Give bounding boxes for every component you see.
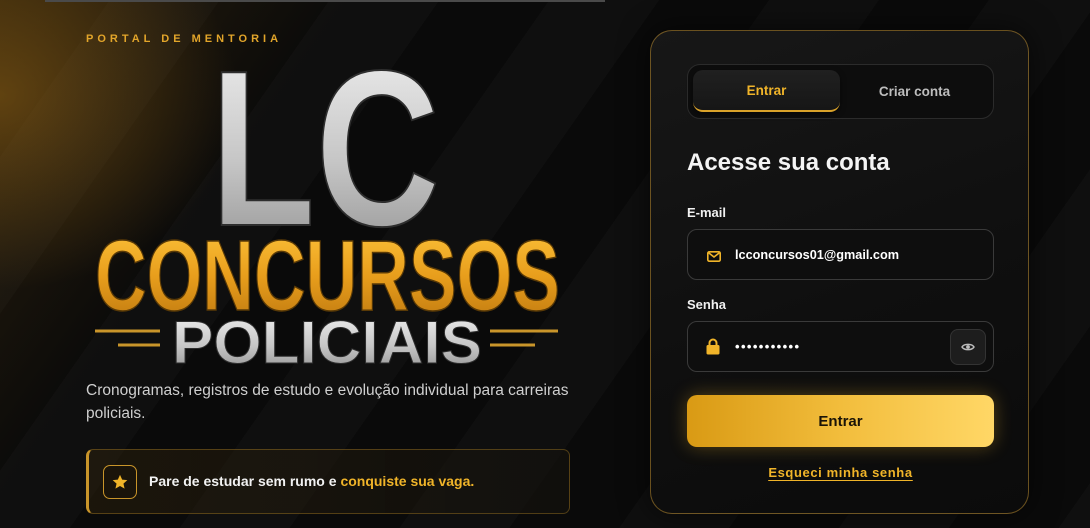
eye-icon: [961, 340, 975, 355]
auth-tabs: Entrar Criar conta: [687, 64, 994, 119]
callout-lead-text: Pare de estudar sem rumo e: [149, 473, 337, 489]
star-icon: [103, 465, 137, 499]
logo-policiais: POLICIAIS: [172, 309, 482, 370]
intro-text: Cronogramas, registros de estudo e evolu…: [86, 382, 569, 422]
brand-logo: LC CONCURSOS POLICIAIS: [94, 60, 561, 370]
forgot-password-link[interactable]: Esqueci minha senha: [768, 465, 912, 480]
login-heading: Acesse sua conta: [687, 149, 890, 176]
motivation-callout: Pare de estudar sem rumo e conquiste sua …: [86, 449, 570, 514]
password-field: [687, 321, 994, 372]
email-field: [687, 229, 994, 280]
eyebrow-label: PORTAL DE MENTORIA: [86, 33, 283, 45]
forgot-password-container: Esqueci minha senha: [687, 465, 994, 481]
password-label: Senha: [687, 297, 727, 312]
password-input[interactable]: [735, 322, 945, 371]
login-button[interactable]: Entrar: [687, 395, 994, 447]
tab-entrar[interactable]: Entrar: [693, 70, 840, 112]
email-label: E-mail: [687, 205, 727, 220]
tab-criar-conta[interactable]: Criar conta: [841, 70, 988, 112]
callout-message: Pare de estudar sem rumo e conquiste sua …: [149, 473, 474, 490]
top-divider: [45, 0, 605, 2]
email-input[interactable]: [735, 230, 945, 279]
toggle-password-button[interactable]: [950, 329, 986, 365]
lock-icon: [706, 338, 720, 355]
login-card: Entrar Criar conta Acesse sua conta E-ma…: [650, 30, 1029, 514]
mail-icon: [707, 249, 721, 262]
callout-highlight-text: conquiste sua vaga.: [340, 473, 475, 489]
